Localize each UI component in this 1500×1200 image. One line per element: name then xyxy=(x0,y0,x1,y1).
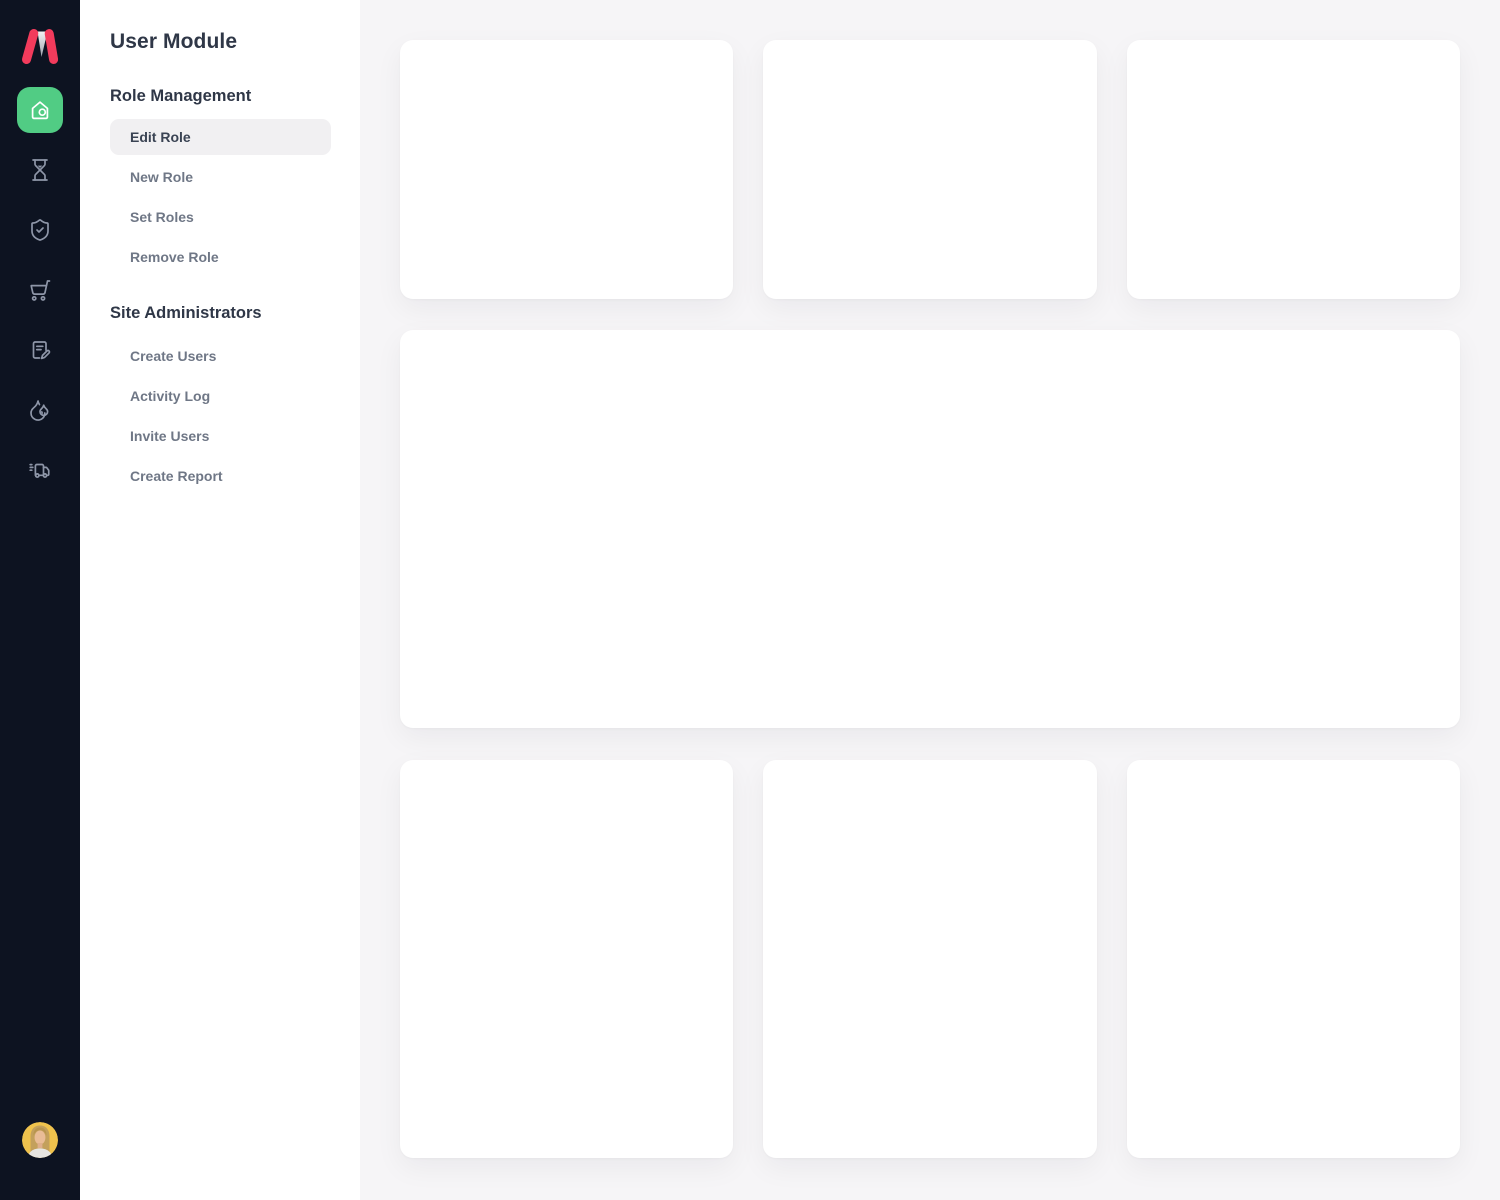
dashboard-card-bottom-2 xyxy=(763,760,1096,1158)
section-heading-role-management: Role Management xyxy=(110,86,331,106)
section-site-administrators: Site Administrators Create Users Activit… xyxy=(110,303,331,496)
shield-check-icon[interactable] xyxy=(0,200,80,260)
sidebar-item-edit-role[interactable]: Edit Role xyxy=(110,119,331,155)
delivery-truck-icon[interactable] xyxy=(0,440,80,500)
home-icon[interactable] xyxy=(17,87,63,133)
note-edit-icon[interactable] xyxy=(0,320,80,380)
dashboard-card-bottom-3 xyxy=(1127,760,1460,1158)
sidebar-item-create-report[interactable]: Create Report xyxy=(110,456,331,496)
icon-rail xyxy=(0,0,80,1200)
dashboard-card-top-3 xyxy=(1127,40,1460,299)
section-role-management: Role Management Edit Role New Role Set R… xyxy=(110,86,331,277)
sidebar: User Module Role Management Edit Role Ne… xyxy=(80,0,360,1200)
brand-m-logo[interactable] xyxy=(17,22,63,68)
dashboard-card-top-1 xyxy=(400,40,733,299)
sidebar-item-invite-users[interactable]: Invite Users xyxy=(110,416,331,456)
sidebar-item-new-role[interactable]: New Role xyxy=(110,157,331,197)
dashboard-card-top-2 xyxy=(763,40,1096,299)
page-title: User Module xyxy=(110,29,331,55)
sidebar-item-remove-role[interactable]: Remove Role xyxy=(110,237,331,277)
sidebar-item-set-roles[interactable]: Set Roles xyxy=(110,197,331,237)
sidebar-item-activity-log[interactable]: Activity Log xyxy=(110,376,331,416)
hourglass-icon[interactable] xyxy=(0,140,80,200)
main-content xyxy=(360,0,1500,1200)
dashboard-card-main xyxy=(400,330,1460,728)
bottom-card-row xyxy=(400,760,1460,1158)
dashboard-card-bottom-1 xyxy=(400,760,733,1158)
user-avatar-photo[interactable] xyxy=(22,1122,58,1158)
sidebar-item-create-users[interactable]: Create Users xyxy=(110,336,331,376)
droplets-icon[interactable] xyxy=(0,380,80,440)
top-card-row xyxy=(400,40,1460,299)
section-heading-site-administrators: Site Administrators xyxy=(110,303,331,323)
shopping-cart-icon[interactable] xyxy=(0,260,80,320)
rail-nav xyxy=(0,140,80,500)
